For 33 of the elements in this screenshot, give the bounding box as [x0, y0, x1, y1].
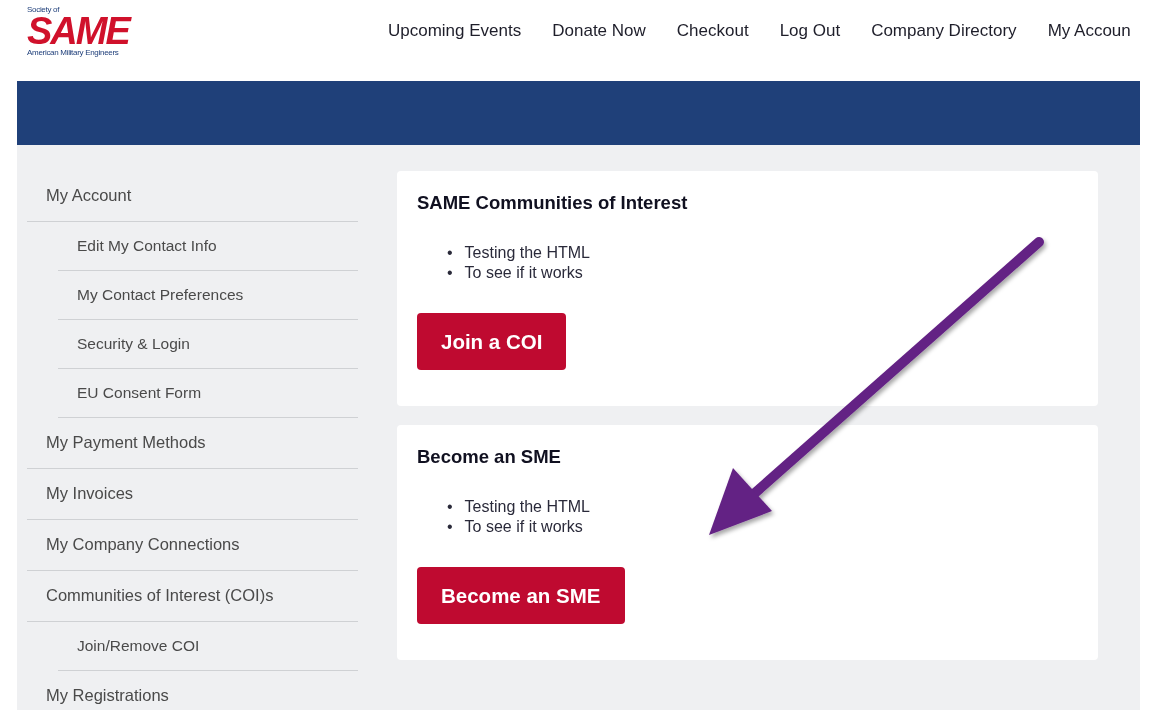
bullet-item: Testing the HTML [464, 497, 590, 517]
bullet-item: To see if it works [464, 263, 583, 283]
sidebar-item[interactable]: Communities of Interest (COI)s [27, 571, 358, 622]
nav-link[interactable]: Upcoming Events [388, 20, 522, 42]
sidebar-subitem[interactable]: EU Consent Form [58, 369, 358, 418]
sidebar-item[interactable]: My Payment Methods [27, 418, 358, 469]
sidebar-item[interactable]: My Invoices [27, 469, 358, 520]
bullet-marker: • [447, 497, 453, 517]
action-button[interactable]: Become an SME [417, 567, 625, 624]
logo-tagline: American Military Engineers [27, 48, 119, 57]
nav-link[interactable]: My Accoun [1047, 20, 1131, 42]
logo-tagline: Society of [27, 5, 60, 14]
sidebar-subitem[interactable]: Edit My Contact Info [58, 222, 358, 271]
bullet-item: Testing the HTML [464, 243, 590, 263]
nav-link[interactable]: Log Out [779, 20, 841, 42]
nav-link[interactable]: Checkout [676, 20, 749, 42]
sidebar-subitem[interactable]: Security & Login [58, 320, 358, 369]
action-button[interactable]: Join a COI [417, 313, 567, 370]
nav-link[interactable]: Donate Now [552, 20, 646, 42]
sidebar-item[interactable]: My Company Connections [27, 520, 358, 571]
sidebar-subitem[interactable]: Join/Remove COI [58, 622, 358, 671]
logo[interactable]: Society of SAME American Military Engineers [27, 5, 129, 57]
sidebar-subitem[interactable]: My Contact Preferences [58, 271, 358, 320]
nav-link[interactable]: Company Directory [871, 20, 1017, 42]
card-title: SAME Communities of Interest [417, 191, 689, 215]
bullet-marker: • [447, 517, 453, 537]
bullet-marker: • [447, 243, 453, 263]
bullet-marker: • [447, 263, 453, 283]
logo-wordmark: SAME [27, 14, 129, 48]
card-title: Become an SME [417, 445, 562, 469]
bullet-item: To see if it works [464, 517, 583, 537]
sidebar-item[interactable]: My Registrations [27, 671, 358, 710]
sidebar-item[interactable]: My Account [27, 171, 358, 222]
